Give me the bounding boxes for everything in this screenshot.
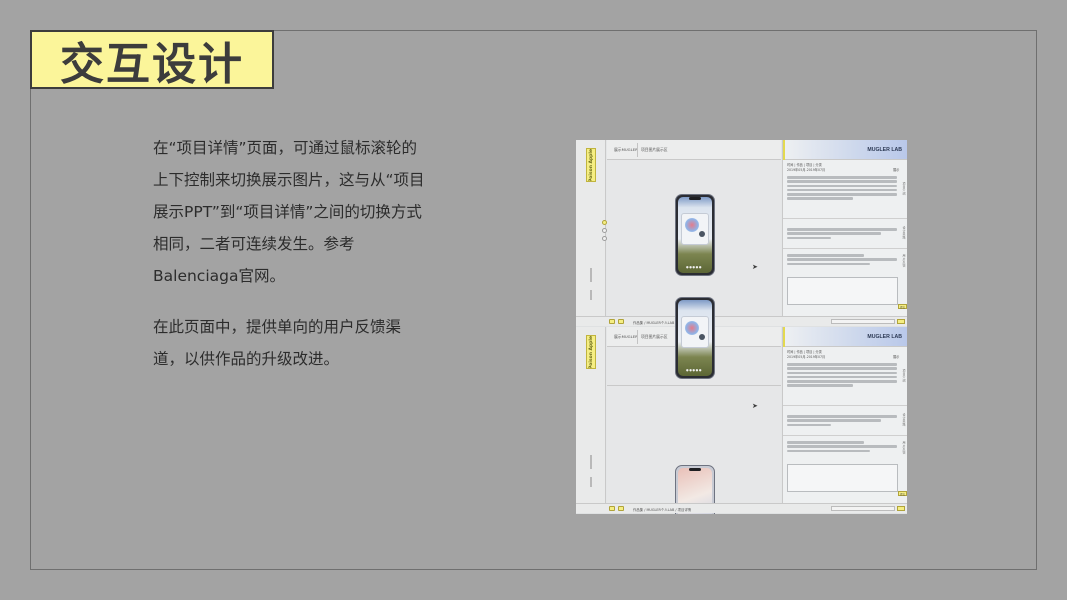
project-name: MUGLER LAB bbox=[867, 147, 902, 153]
canvas-divider bbox=[637, 143, 638, 157]
canvas-tab-1[interactable]: 展示MUGLER bbox=[614, 334, 638, 340]
next-arrow-icon[interactable] bbox=[618, 506, 624, 511]
mockup-screen-top: Poison Apple 展示MUGLER 项目图片展示区 ●●●●● ➤ MU… bbox=[576, 140, 907, 326]
title-box: 交互设计 bbox=[30, 30, 274, 90]
project-name: MUGLER LAB bbox=[867, 334, 902, 340]
brand-logo: Poison Apple bbox=[586, 148, 596, 182]
breadcrumb[interactable]: 作品集 / MUGLER个人LAB / 项目详情 bbox=[633, 507, 691, 512]
phone-camera-icon bbox=[699, 334, 705, 340]
sidebar-line bbox=[590, 477, 592, 487]
phone-camera-icon bbox=[699, 231, 705, 237]
search-button[interactable] bbox=[897, 506, 905, 511]
feedback-text-block bbox=[787, 254, 897, 267]
prev-arrow-icon[interactable] bbox=[609, 506, 615, 511]
submit-feedback-button[interactable]: 提交 bbox=[898, 491, 907, 496]
search-input[interactable] bbox=[831, 506, 895, 511]
sidebar-line bbox=[590, 268, 592, 282]
panel-divider bbox=[783, 405, 907, 406]
feedback-text-block bbox=[787, 441, 897, 454]
feedback-input[interactable] bbox=[787, 277, 898, 305]
meta-tag[interactable]: 展示 bbox=[893, 354, 899, 359]
description-paragraph-2: 在此页面中，提供单向的用户反馈渠道，以供作品的升级改进。 bbox=[153, 318, 402, 368]
phone-preview-scrolling-out: ●●●●● bbox=[675, 297, 715, 379]
bottom-nav-bar: 作品集 / MUGLER个人LAB / 项目详情 bbox=[576, 503, 907, 513]
phone-notch bbox=[689, 197, 701, 200]
panel-divider bbox=[783, 248, 907, 249]
section-label: 设计思路 bbox=[902, 413, 906, 427]
sidebar-line bbox=[590, 455, 592, 469]
description-paragraph-1: 在“项目详情”页面，可通过鼠标滚轮的上下控制来切换展示图片，这与从“项目展示PP… bbox=[153, 139, 425, 285]
detail-panel: MUGLER LAB 时间 | 作品 | 项目 | 分类 展示 2019年05月… bbox=[782, 140, 907, 316]
search-input[interactable] bbox=[831, 319, 895, 324]
phone-graphic bbox=[685, 321, 699, 335]
panel-header: MUGLER LAB bbox=[783, 140, 907, 160]
intro-text-block bbox=[787, 363, 897, 389]
phone-dots: ●●●●● bbox=[686, 265, 703, 269]
mockup-sidebar: Poison Apple bbox=[576, 327, 606, 503]
phone-notch bbox=[689, 468, 701, 471]
idea-text-block bbox=[787, 415, 897, 428]
panel-header: MUGLER LAB bbox=[783, 327, 907, 347]
header-accent bbox=[783, 327, 785, 347]
meta-tag[interactable]: 展示 bbox=[893, 167, 899, 172]
section-label: 项目介绍 bbox=[902, 369, 906, 383]
project-meta-line-2: 2019年05月-2019年07月 bbox=[787, 168, 826, 172]
page-title: 交互设计 bbox=[60, 38, 244, 90]
idea-text-block bbox=[787, 228, 897, 241]
brand-text: Poison Apple bbox=[588, 148, 594, 182]
detail-panel: MUGLER LAB 时间 | 作品 | 项目 | 分类 展示 2019年05月… bbox=[782, 327, 907, 503]
mockup-screen-bottom: Poison Apple 展示MUGLER 项目图片展示区 ●●●●● ➤ MU… bbox=[576, 297, 907, 514]
intro-text-block bbox=[787, 176, 897, 202]
search-button[interactable] bbox=[897, 319, 905, 324]
prev-arrow-icon[interactable] bbox=[609, 319, 615, 324]
next-arrow-icon[interactable] bbox=[618, 319, 624, 324]
canvas-tab-2[interactable]: 项目图片展示区 bbox=[641, 334, 668, 340]
section-label: 设计思路 bbox=[902, 226, 906, 240]
section-label: 用户反馈 bbox=[902, 254, 906, 268]
phone-graphic bbox=[685, 218, 699, 232]
project-meta-line-2: 2019年05月-2019年07月 bbox=[787, 355, 826, 359]
canvas-tab-2[interactable]: 项目图片展示区 bbox=[641, 147, 668, 153]
sidebar-line bbox=[590, 290, 592, 300]
image-canvas[interactable]: 展示MUGLER 项目图片展示区 ●●●●● ➤ bbox=[607, 297, 781, 514]
phone-preview: ●●●●● bbox=[675, 194, 715, 276]
ui-mockup-image: Poison Apple 展示MUGLER 项目图片展示区 ●●●●● ➤ MU… bbox=[576, 140, 907, 514]
header-accent bbox=[783, 140, 785, 160]
bottom-nav-bar: 作品集 / MUGLER个人LAB / 项目详情 bbox=[576, 316, 907, 326]
panel-divider bbox=[783, 435, 907, 436]
phone-dots: ●●●●● bbox=[686, 368, 703, 372]
brand-text: Poison Apple bbox=[588, 335, 594, 369]
section-label: 项目介绍 bbox=[902, 182, 906, 196]
canvas-header: 展示MUGLER 项目图片展示区 bbox=[607, 140, 781, 160]
cursor-icon: ➤ bbox=[752, 263, 758, 271]
canvas-divider bbox=[637, 330, 638, 344]
canvas-tab-1[interactable]: 展示MUGLER bbox=[614, 147, 638, 153]
section-label: 用户反馈 bbox=[902, 441, 906, 455]
image-boundary bbox=[607, 385, 781, 386]
brand-logo: Poison Apple bbox=[586, 335, 596, 369]
panel-divider bbox=[783, 218, 907, 219]
image-canvas[interactable]: 展示MUGLER 项目图片展示区 ●●●●● ➤ bbox=[607, 140, 781, 316]
cursor-icon: ➤ bbox=[752, 402, 758, 410]
submit-feedback-button[interactable]: 提交 bbox=[898, 304, 907, 309]
feedback-input[interactable] bbox=[787, 464, 898, 492]
